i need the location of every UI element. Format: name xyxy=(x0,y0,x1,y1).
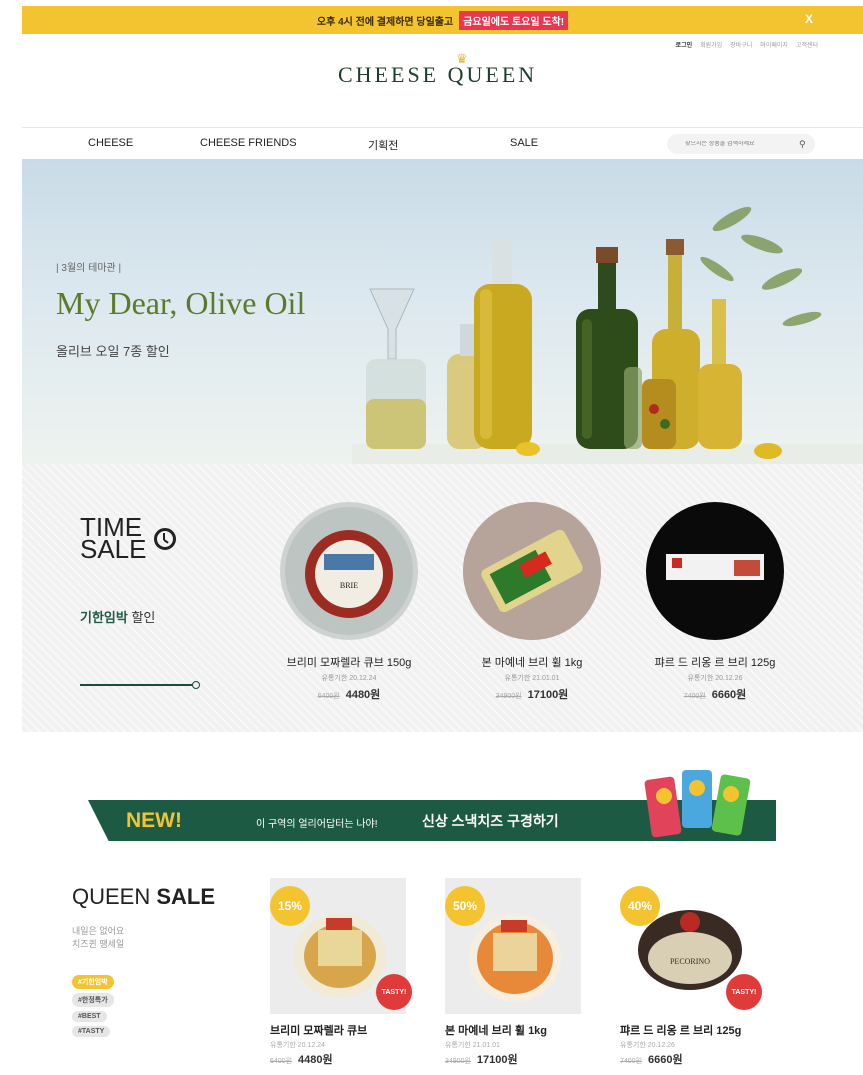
snack-cheese-packs-image xyxy=(644,770,751,838)
product-price: 34900원 17100원 xyxy=(495,689,569,701)
logo[interactable]: ♛ CHEESE QUEEN xyxy=(338,51,538,88)
main-nav: CHEESE CHEESE FRIENDS 기획전 SALE ⚲ xyxy=(22,127,863,159)
product-expiry: 유통기한 20.12.26 xyxy=(620,1042,675,1049)
hero-theme: | 3월의 테마관 | xyxy=(56,263,122,274)
queen-sale-item[interactable]: 15% TASTY! 브리미 모짜렐라 큐브 유통기한 20.12.24 640… xyxy=(270,878,430,1067)
product-price: 7400원 6660원 xyxy=(620,1054,683,1066)
tasty-badge: TASTY! xyxy=(376,974,412,1010)
product-image: PECORINO 40% TASTY! xyxy=(620,878,762,1014)
new-banner-cta: 신상 스낵치즈 구경하기 xyxy=(422,813,559,829)
signup-link[interactable]: 회원가입 xyxy=(700,40,722,49)
product-name: 퍄르 드 리옹 르 브리 125g xyxy=(620,1025,742,1037)
slider-progress[interactable] xyxy=(80,681,200,689)
customer-center-link[interactable]: 고객센터 xyxy=(796,40,818,49)
nav-item-cheese[interactable]: CHEESE xyxy=(88,137,133,149)
product-expiry: 유통기한 20.12.24 xyxy=(321,675,377,682)
promo-banner[interactable]: 오후 4시 전에 결제하면 당일출고 금요일에도 토요일 도착! X xyxy=(22,6,863,34)
product-expiry: 유통기한 20.12.26 xyxy=(687,675,743,682)
discount-badge: 50% xyxy=(445,886,485,926)
hero-subtitle: 올리브 오일 7종 할인 xyxy=(56,344,170,359)
svg-text:PECORINO: PECORINO xyxy=(670,957,710,966)
hero-banner[interactable]: | 3월의 테마관 | My Dear, Olive Oil 올리브 오일 7종… xyxy=(22,159,863,464)
hero-title: My Dear, Olive Oil xyxy=(56,285,306,321)
product-image xyxy=(463,502,601,640)
product-price: 34900원 17100원 xyxy=(445,1054,518,1066)
olive-oil-bottles-image xyxy=(352,206,863,464)
product-expiry: 유통기한 21.01.01 xyxy=(445,1042,500,1049)
mypage-link[interactable]: 마이페이지 xyxy=(760,40,788,49)
product-image: BRIE xyxy=(280,502,418,640)
svg-text:BRIE: BRIE xyxy=(340,581,358,590)
nav-item-cheese-friends[interactable]: CHEESE FRIENDS xyxy=(200,137,297,149)
queen-sale-title: QUEEN SALE xyxy=(72,884,216,909)
new-label: NEW! xyxy=(126,809,182,832)
search-box: ⚲ xyxy=(667,134,815,154)
crown-icon: ♛ xyxy=(456,51,471,66)
product-image: 15% TASTY! xyxy=(270,878,412,1014)
product-image xyxy=(646,502,784,640)
queen-sale-item[interactable]: 50% 본 마예네 브리 휠 1kg 유통기한 21.01.01 34900원 1… xyxy=(445,878,605,1067)
tasty-badge: TASTY! xyxy=(726,974,762,1010)
product-name: 본 마예네 브리 휠 1kg xyxy=(481,657,583,669)
time-sale-item[interactable]: 퍄르 드 리옹 르 브리 125g 유통기한 20.12.26 7400원 666… xyxy=(615,502,815,702)
util-menu: 로그인 회원가입 장바구니 마이페이지 고객센터 xyxy=(676,40,818,49)
time-sale-title: TIME SALE xyxy=(80,512,147,564)
tag-tasty[interactable]: #TASTY xyxy=(72,1026,111,1037)
discount-badge: 40% xyxy=(620,886,660,926)
tag-list: #기한임박 #한정특가 #BEST #TASTY xyxy=(72,975,114,1037)
product-price: 6400원 4480원 xyxy=(317,689,381,701)
time-sale-item[interactable]: BRIE 브리미 모짜렐라 큐브 150g 유통기한 20.12.24 6400… xyxy=(249,502,449,702)
search-input[interactable] xyxy=(685,141,795,147)
promo-highlight: 금요일에도 토요일 도착! xyxy=(459,10,569,30)
search-icon[interactable]: ⚲ xyxy=(799,139,806,150)
product-name: 퍄르 드 리옹 르 브리 125g xyxy=(654,657,776,669)
product-expiry: 유통기한 21.01.01 xyxy=(504,675,560,682)
product-expiry: 유통기한 20.12.24 xyxy=(270,1042,325,1049)
nav-item-exhibition[interactable]: 기획전 xyxy=(368,137,398,153)
logo-text: CHEESE QUEEN xyxy=(338,62,538,87)
queen-sale-desc: 내일은 없어요 치즈퀸 땡세일 xyxy=(72,926,125,949)
login-link[interactable]: 로그인 xyxy=(676,40,693,49)
nav-item-sale[interactable]: SALE xyxy=(510,137,538,149)
tag-best[interactable]: #BEST xyxy=(72,1011,107,1022)
new-banner-text: 이 구역의 얼리어답터는 나야! xyxy=(256,819,378,830)
product-name: 브리미 모짜렐라 큐브 xyxy=(270,1025,368,1037)
tag-limited[interactable]: #한정특가 xyxy=(72,993,114,1007)
close-icon[interactable]: X xyxy=(805,12,813,26)
time-sale-item[interactable]: 본 마예네 브리 휠 1kg 유통기한 21.01.01 34900원 17100… xyxy=(432,502,632,702)
product-name: 본 마예네 브리 휠 1kg xyxy=(445,1025,548,1037)
time-sale-section: TIME SALE 기한임박 할인 BRIE 브리미 모짜렐라 큐브 150g … xyxy=(22,464,863,732)
tag-expiring[interactable]: #기한임박 xyxy=(72,975,114,989)
discount-badge: 15% xyxy=(270,886,310,926)
clock-icon xyxy=(154,528,176,550)
product-image: 50% xyxy=(445,878,581,1014)
product-name: 브리미 모짜렐라 큐브 150g xyxy=(286,657,412,669)
time-sale-desc: 기한임박 할인 xyxy=(80,610,156,625)
queen-sale-item[interactable]: PECORINO 40% TASTY! 퍄르 드 리옹 르 브리 125g 유통… xyxy=(620,878,780,1067)
product-price: 6400원 4480원 xyxy=(270,1054,333,1066)
product-price: 7400원 6660원 xyxy=(683,689,747,701)
cart-link[interactable]: 장바구니 xyxy=(730,40,752,49)
promo-text: 오후 4시 전에 결제하면 당일출고 xyxy=(316,16,454,28)
